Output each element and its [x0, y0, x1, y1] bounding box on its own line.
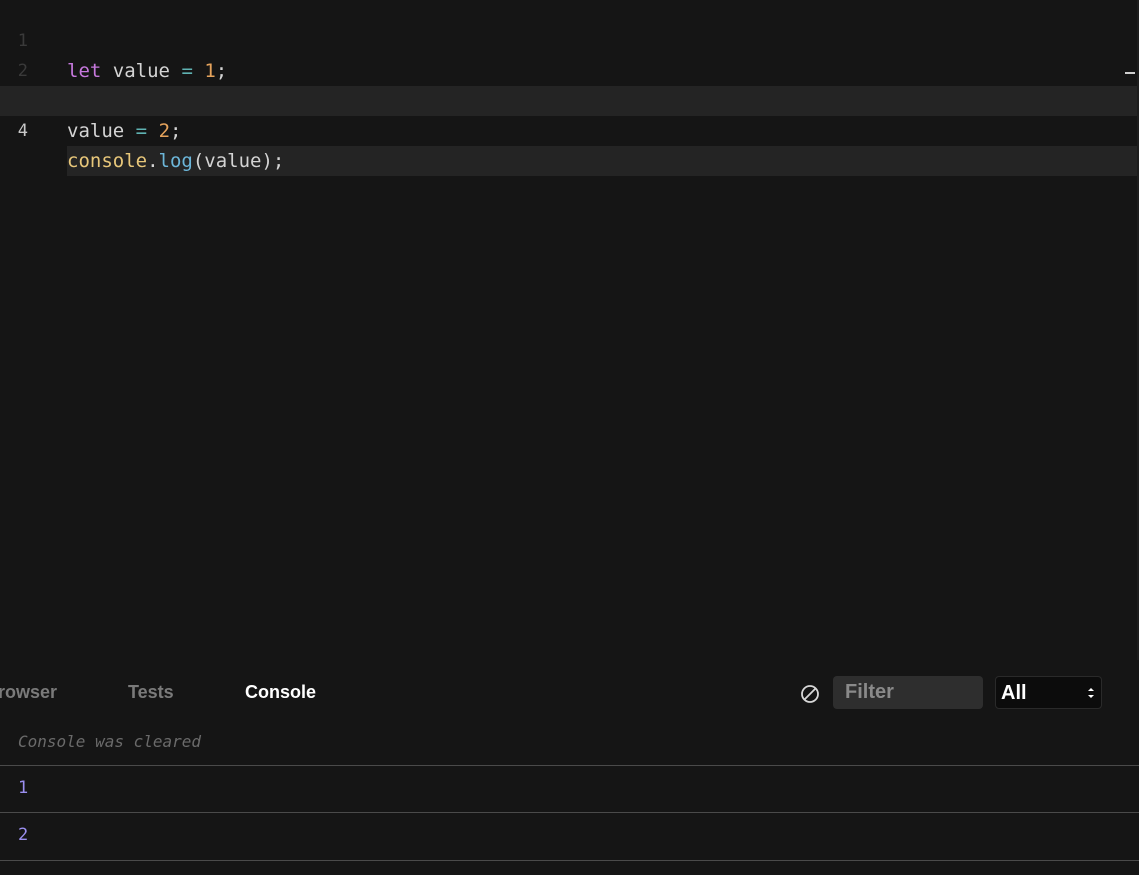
panel-tab-bar: rowser Tests Console All [0, 660, 1139, 724]
code-editor[interactable]: 1 let value = 1; 2 console.log(value); 3… [0, 0, 1139, 660]
code-token-num: 2 [158, 120, 171, 142]
log-level-select[interactable]: All [995, 676, 1102, 709]
tab-tests[interactable]: Tests [128, 682, 174, 703]
code-line[interactable]: 3 value = 2; [0, 56, 1139, 142]
updown-arrows-icon [1088, 688, 1094, 698]
line-code[interactable]: console.log(value); [67, 146, 1139, 176]
tab-browser[interactable]: rowser [0, 682, 57, 703]
scrollbar-position-marker [1125, 72, 1135, 74]
console-log-row: 2 [0, 812, 1139, 859]
code-token-var: value [67, 120, 125, 142]
code-line[interactable]: 1 let value = 1; [0, 0, 1139, 82]
code-token-punc: (value); [192, 150, 285, 172]
code-token-punc: ; [170, 120, 182, 142]
code-token-var [124, 120, 135, 142]
console-row-divider [0, 860, 1139, 861]
log-level-value: All [1001, 682, 1027, 704]
block-circle-icon [801, 685, 819, 703]
filter-input[interactable] [833, 676, 983, 709]
code-token-op: = [135, 120, 148, 142]
log-value: 2 [18, 825, 29, 845]
code-token-obj: console [67, 150, 148, 172]
tab-console[interactable]: Console [245, 682, 316, 703]
clear-console-button[interactable] [799, 683, 821, 705]
code-token-dot: . [147, 150, 159, 172]
console-log-row: 1 [0, 765, 1139, 812]
code-token-var [147, 120, 158, 142]
bottom-panel: rowser Tests Console All Console was cle… [0, 660, 1139, 875]
line-code[interactable]: value = 2; [67, 116, 1139, 146]
line-number: 4 [17, 121, 28, 141]
console-cleared-message: Console was cleared [18, 732, 202, 751]
code-token-fn: log [158, 150, 193, 172]
code-line[interactable]: 2 console.log(value); [0, 26, 1139, 112]
log-value: 1 [18, 778, 29, 798]
code-line-active[interactable]: 4 console.log(value); [0, 86, 1139, 176]
